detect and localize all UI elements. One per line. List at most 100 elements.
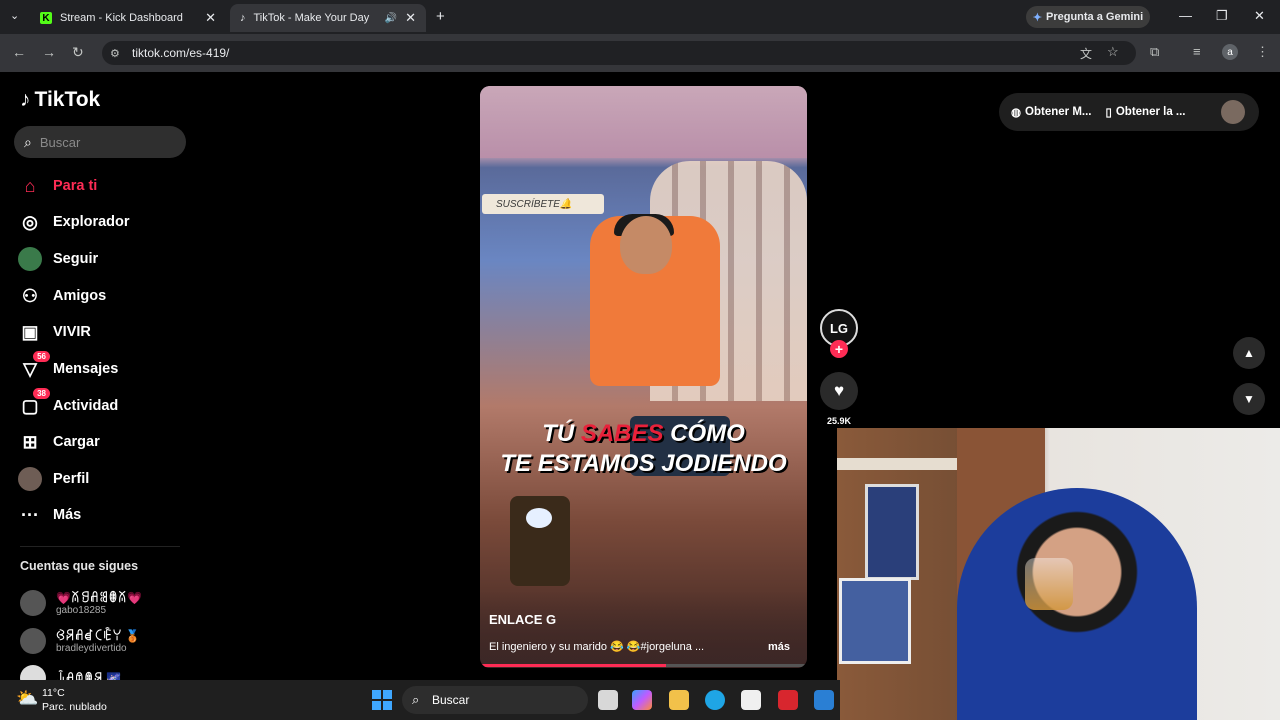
more-dots-icon: ··· [21, 504, 39, 525]
following-accounts-title: Cuentas que sigues [20, 559, 139, 573]
friends-icon: ⚇ [21, 285, 39, 306]
weather-icon[interactable]: ⛅ [16, 688, 38, 709]
forward-button[interactable]: → [42, 44, 56, 60]
nav-upload[interactable]: ⊞ Cargar [18, 427, 99, 457]
search-icon: ⌕ [412, 692, 420, 707]
webcam-overlay [837, 428, 1280, 720]
kick-icon: K [40, 12, 52, 24]
following-account[interactable]: ꃳꋪꋬꀸꉔꍟꌩ 🥉 bradleydivertido [20, 627, 140, 654]
nav-explore[interactable]: ◎ Explorador [18, 207, 129, 237]
translate-icon[interactable]: 文 [1080, 45, 1092, 62]
get-app-button[interactable]: ▯ Obtener la ... [1106, 105, 1186, 119]
subscribe-tag: SUSCRÍBETE🔔 [482, 194, 604, 214]
tiktok-icon: ♪ [240, 12, 246, 24]
tiktok-note-icon: ♪ [20, 88, 31, 111]
start-button[interactable] [372, 690, 392, 710]
avatar [20, 627, 46, 654]
search-input[interactable]: ⌕ Buscar [14, 126, 186, 158]
minimize-button[interactable]: — [1179, 8, 1192, 23]
nav-activity[interactable]: ▢ 38 Actividad [18, 388, 118, 421]
nav-for-you[interactable]: ⌂ Para ti [18, 171, 98, 201]
audio-playing-icon[interactable]: 🔊 [385, 13, 397, 24]
close-icon[interactable]: ✕ [405, 10, 416, 26]
media-control-icon[interactable]: ≡ [1193, 44, 1201, 59]
address-bar[interactable]: ⚙ tiktok.com/es-419/ [102, 41, 1136, 65]
video-caption-line2: TE ESTAMOS JODIENDO [500, 450, 787, 477]
next-video-button[interactable]: ▼ [1233, 383, 1265, 415]
nav-messages[interactable]: ▽ 56 Mensajes [18, 351, 118, 384]
back-button[interactable]: ← [12, 44, 26, 60]
nav-more[interactable]: ··· Más [18, 500, 81, 530]
menu-icon[interactable]: ⋮ [1256, 44, 1269, 60]
bookmark-star-icon[interactable]: ☆ [1107, 44, 1119, 60]
weather-condition[interactable]: Parc. nublado [42, 701, 107, 713]
weather-temperature[interactable]: 11°C [42, 687, 65, 699]
get-coins-button[interactable]: ◍ Obtener M... [1011, 105, 1092, 119]
mcafee-icon[interactable] [778, 690, 798, 710]
file-explorer-icon[interactable] [669, 690, 689, 710]
chevron-down-icon: ▼ [1243, 392, 1255, 406]
gemini-icon: ✦ [1032, 11, 1042, 24]
activity-badge: 38 [33, 388, 50, 399]
video-progress-fill [480, 664, 667, 667]
gemini-button[interactable]: ✦ Pregunta a Gemini [1026, 6, 1150, 28]
nav-live[interactable]: ▣ VIVIR [18, 317, 90, 347]
webcam-frame [839, 578, 911, 664]
close-window-button[interactable]: ✕ [1254, 8, 1265, 24]
video-frame [620, 216, 672, 274]
follow-plus-button[interactable]: + [830, 340, 848, 358]
tab-title: TikTok - Make Your Day [253, 12, 370, 24]
paper-plane-icon: ▽ 56 [18, 351, 50, 381]
video-caption-line1: TÚ SABES CÓMO [542, 420, 745, 447]
nav-following[interactable]: Seguir [18, 244, 98, 274]
mail-icon[interactable] [814, 690, 834, 710]
live-tv-icon: ▣ [21, 321, 39, 342]
heart-icon: ♥ [833, 381, 845, 400]
video-progress-bar[interactable] [480, 664, 807, 667]
video-frame [526, 508, 552, 528]
tiktok-logo[interactable]: ♪ TikTok [20, 88, 100, 112]
video-player[interactable]: SUSCRÍBETE🔔 TÚ SABES CÓMO TE ESTAMOS JOD… [480, 86, 807, 668]
task-view-icon[interactable] [598, 690, 618, 710]
tab-kick-dashboard[interactable]: K Stream - Kick Dashboard ✕ [30, 4, 226, 32]
home-icon: ⌂ [24, 175, 36, 196]
reload-button[interactable]: ↻ [72, 44, 84, 61]
plus-box-icon: ⊞ [22, 431, 38, 452]
close-icon[interactable]: ✕ [205, 10, 216, 26]
like-button[interactable]: ♥ [820, 372, 858, 410]
extensions-icon[interactable]: ⧉ [1150, 44, 1159, 60]
inbox-icon: ▢ 38 [18, 388, 50, 418]
nav-friends[interactable]: ⚇ Amigos [18, 281, 106, 311]
taskbar-search[interactable]: ⌕ Buscar [402, 686, 588, 714]
site-info-icon[interactable]: ⚙ [110, 47, 120, 60]
profile-avatar[interactable]: a [1222, 44, 1238, 60]
nav-profile[interactable]: Perfil [18, 464, 89, 494]
webcam-frame [957, 488, 1197, 720]
avatar [20, 589, 46, 616]
profile-avatar-icon [18, 467, 42, 491]
restore-button[interactable]: ❐ [1216, 8, 1228, 24]
webcam-frame [837, 458, 957, 470]
edge-icon[interactable] [705, 690, 725, 710]
phone-icon: ▯ [1105, 107, 1112, 119]
webcam-frame [865, 484, 919, 580]
previous-video-button[interactable]: ▲ [1233, 337, 1265, 369]
copilot-icon[interactable] [632, 690, 652, 710]
following-account[interactable]: 💗ꊼꍌꋬꌃꂦꊼ💗 gabo18285 [20, 589, 142, 616]
top-right-actions: ◍ Obtener M... ▯ Obtener la ... [999, 93, 1259, 131]
video-author[interactable]: ENLACE G [489, 612, 556, 627]
webcam-frame [1025, 558, 1073, 610]
more-link[interactable]: más [768, 641, 790, 653]
messages-badge: 56 [33, 351, 50, 362]
tab-title: Stream - Kick Dashboard [60, 12, 183, 24]
tab-tiktok[interactable]: ♪ TikTok - Make Your Day 🔊 ✕ [230, 4, 426, 32]
chevron-up-icon: ▲ [1243, 346, 1255, 360]
new-tab-button[interactable]: + [436, 8, 445, 25]
tab-search-icon[interactable]: ⌄ [10, 9, 19, 22]
coin-icon: ◍ [1011, 107, 1022, 119]
store-icon[interactable] [741, 690, 761, 710]
like-count: 25.9K [826, 416, 852, 426]
divider [20, 546, 180, 547]
user-avatar[interactable] [1221, 100, 1245, 124]
following-avatar-icon [18, 247, 42, 271]
